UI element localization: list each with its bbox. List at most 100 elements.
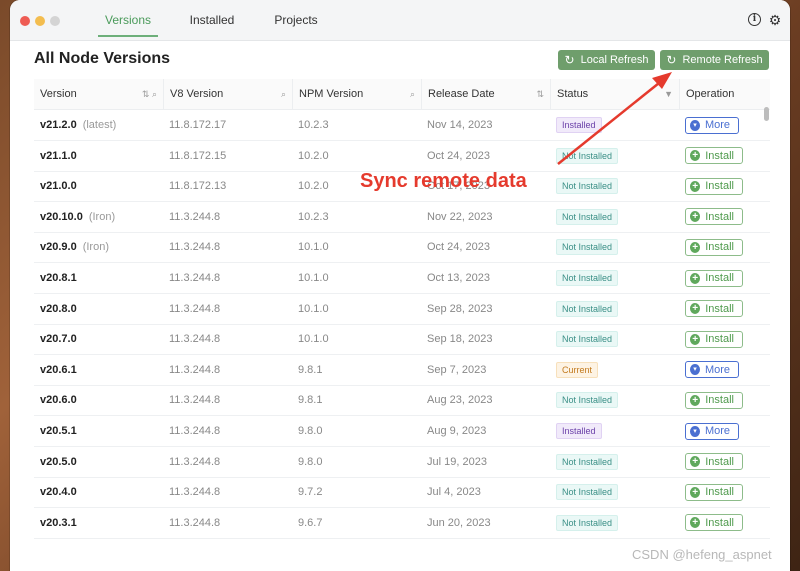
install-button[interactable]: + Install — [685, 269, 743, 287]
release-date-cell: Oct 24, 2023 — [427, 149, 490, 162]
status-badge: Not Installed — [556, 453, 619, 470]
column-header-version[interactable]: Version ⇅ ⌕ — [34, 79, 163, 109]
version-cell: v20.5.0 — [34, 447, 163, 477]
version-cell: v20.6.1 — [34, 355, 163, 385]
status-cell: Not Installed — [550, 385, 619, 415]
version-cell: v20.5.1 — [34, 416, 163, 446]
v8-version-cell: 11.8.172.17 — [169, 119, 227, 131]
install-button[interactable]: + Install — [685, 238, 743, 256]
status-cell: Current — [550, 355, 599, 385]
table-row: v21.2.0 (latest) 11.8.172.17 10.2.3 Nov 14, … — [34, 110, 770, 141]
zoom-window-button[interactable] — [50, 16, 60, 26]
npm-version-cell: 10.1.0 — [298, 333, 329, 346]
v8-version-cell: 11.3.244.8 — [169, 272, 221, 284]
table-row: v21.1.0 11.8.172.15 10.2.0 Oct 24, 2023 Not … — [34, 141, 770, 172]
release-date-cell: Jun 20, 2023 — [427, 516, 491, 529]
column-header-npm[interactable]: NPM Version ⌕ — [292, 79, 421, 109]
status-badge: Not Installed — [556, 239, 619, 256]
plus-icon: + — [690, 456, 701, 468]
v8-version-cell: 11.3.244.8 — [169, 425, 221, 437]
refresh-icon: ↻ — [666, 53, 677, 67]
column-header-status[interactable]: Status ▼ — [550, 79, 679, 109]
plus-icon: + — [690, 180, 701, 192]
tab-projects[interactable]: Projects — [268, 13, 324, 35]
install-button[interactable]: + Install — [685, 208, 743, 226]
close-window-button[interactable] — [20, 16, 30, 26]
release-date-cell: Aug 23, 2023 — [427, 394, 493, 407]
version-label: v21.1.0 — [40, 149, 77, 162]
install-button[interactable]: + Install — [685, 514, 743, 532]
remote-refresh-button[interactable]: ↻ Remote Refresh — [660, 50, 769, 70]
version-label: v20.5.1 — [40, 425, 77, 437]
operation-label: Install — [705, 455, 734, 468]
v8-version-cell: 11.3.244.8 — [169, 302, 221, 315]
table-header: Version ⇅ ⌕ V8 Version ⌕ NPM Version ⌕ R… — [34, 79, 770, 110]
tab-versions[interactable]: Versions — [98, 13, 158, 37]
npm-version-cell: 9.8.1 — [298, 394, 323, 407]
install-button[interactable]: + Install — [685, 177, 743, 195]
status-cell: Not Installed — [550, 508, 619, 538]
table-row: v20.5.0 11.3.244.8 9.8.0 Jul 19, 2023 Not In… — [34, 447, 770, 478]
annotation-text: Sync remote data — [360, 170, 527, 192]
table-row: v20.9.0 (Iron) 11.3.244.8 10.1.0 Oct 24, 202… — [34, 232, 770, 264]
npm-version-cell: 9.8.1 — [298, 363, 323, 376]
version-tag: (Iron) — [82, 241, 109, 254]
tab-installed[interactable]: Installed — [184, 13, 240, 35]
sort-search-icons[interactable]: ⇅ ⌕ — [142, 79, 157, 109]
version-label: v20.10.0 — [40, 210, 83, 223]
status-badge: Not Installed — [556, 270, 619, 287]
install-button[interactable]: + Install — [685, 300, 743, 318]
more-button[interactable]: ▾ More — [685, 422, 739, 440]
install-button[interactable]: + Install — [685, 147, 743, 165]
plus-icon: + — [690, 150, 701, 162]
column-header-release-date[interactable]: Release Date ⇅ — [421, 79, 550, 109]
operation-label: Install — [705, 272, 734, 285]
sort-icon[interactable]: ⇅ — [536, 79, 544, 109]
more-button[interactable]: ▾ More — [685, 361, 739, 379]
page-title: All Node Versions — [34, 50, 171, 67]
npm-version-cell: 10.2.0 — [298, 149, 329, 162]
filter-icon[interactable]: ▼ — [664, 79, 673, 109]
v8-version-cell: 11.3.244.8 — [169, 363, 221, 376]
column-header-v8[interactable]: V8 Version ⌕ — [163, 79, 292, 109]
status-cell: Not Installed — [550, 263, 619, 293]
plus-icon: + — [690, 517, 701, 529]
table-row: v20.5.1 11.3.244.8 9.8.0 Aug 9, 2023 Install… — [34, 416, 770, 447]
more-button[interactable]: ▾ More — [685, 116, 739, 134]
status-cell: Not Installed — [550, 232, 619, 262]
version-cell: v20.3.1 — [34, 508, 163, 538]
release-date-cell: Jul 4, 2023 — [427, 486, 481, 499]
release-date-cell: Nov 14, 2023 — [427, 119, 493, 131]
install-button[interactable]: + Install — [685, 330, 743, 348]
operation-cell: + Install — [679, 141, 743, 171]
version-label: v20.8.1 — [40, 272, 77, 284]
status-badge: Installed — [556, 423, 602, 440]
operation-cell: ▾ More — [679, 355, 739, 385]
scrollbar[interactable] — [764, 107, 769, 121]
release-date-cell: Oct 13, 2023 — [427, 272, 490, 284]
local-refresh-button[interactable]: ↻ Local Refresh — [558, 50, 655, 70]
operation-label: Install — [705, 149, 734, 162]
install-button[interactable]: + Install — [685, 391, 743, 409]
install-button[interactable]: + Install — [685, 453, 743, 471]
v8-version-cell: 11.3.244.8 — [169, 455, 221, 468]
version-tag: (Iron) — [88, 210, 116, 223]
local-refresh-label: Local Refresh — [580, 54, 649, 66]
gear-icon[interactable]: ⚙ — [768, 13, 782, 27]
plus-icon: + — [690, 272, 701, 284]
release-date-cell: Sep 18, 2023 — [427, 333, 493, 346]
info-icon[interactable]: i — [748, 13, 761, 26]
search-icon[interactable]: ⌕ — [410, 79, 415, 109]
minimize-window-button[interactable] — [35, 16, 45, 26]
operation-cell: + Install — [679, 447, 743, 477]
version-tag: (latest) — [82, 119, 117, 131]
table-row: v20.8.0 11.3.244.8 10.1.0 Sep 28, 2023 Not I… — [34, 294, 770, 325]
install-button[interactable]: + Install — [685, 483, 743, 501]
operation-label: More — [704, 119, 730, 132]
operation-cell: ▾ More — [679, 416, 739, 446]
npm-version-cell: 10.2.3 — [298, 210, 329, 223]
plus-icon: + — [690, 303, 701, 315]
npm-version-cell: 9.8.0 — [298, 455, 323, 468]
search-icon[interactable]: ⌕ — [281, 79, 286, 109]
operation-cell: + Install — [679, 202, 743, 232]
